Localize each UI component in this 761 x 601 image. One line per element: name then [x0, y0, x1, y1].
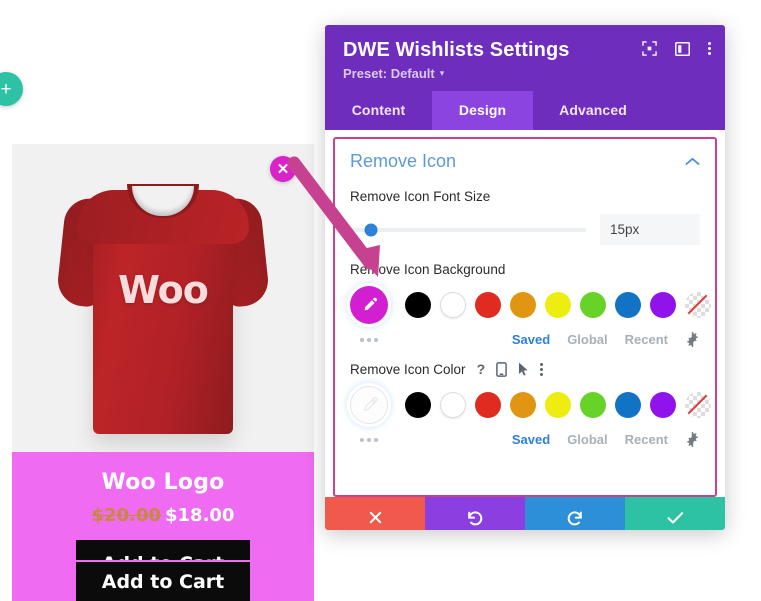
cancel-button[interactable] [325, 497, 425, 530]
swatch-red[interactable] [475, 392, 501, 418]
preset-label: Preset: Default [343, 66, 435, 81]
modal-footer [325, 497, 725, 530]
cursor-icon[interactable] [518, 362, 529, 376]
undo-icon [466, 509, 484, 527]
remove-icon-background-swatches [350, 286, 711, 324]
swatch-white[interactable] [440, 292, 466, 318]
close-icon [368, 510, 383, 525]
swatch-black[interactable] [405, 392, 431, 418]
preset-selector[interactable]: Preset: Default ▾ [343, 66, 707, 81]
swatch-blue[interactable] [615, 292, 641, 318]
product-price: $20.00 $18.00 [22, 505, 304, 526]
undo-button[interactable] [425, 497, 525, 530]
font-size-slider-thumb[interactable] [364, 223, 378, 236]
price-original: $20.00 [91, 505, 161, 526]
gear-icon[interactable] [685, 432, 700, 447]
more-vertical-icon-color[interactable] [540, 362, 544, 376]
remove-icon-color-swatches [350, 386, 711, 424]
remove-icon-section: Remove Icon Remove Icon Font Size 15px R… [333, 137, 717, 497]
color-swatch-list [405, 392, 711, 418]
swatch-purple[interactable] [650, 392, 676, 418]
swatch-yellow[interactable] [545, 392, 571, 418]
help-icon[interactable]: ? [477, 361, 486, 377]
screenshot-root: + Woo ✕ Woo Logo $20.00 $18.00 Add to Ca… [0, 0, 761, 601]
gear-icon[interactable] [685, 332, 700, 347]
remove-icon-background-label: Remove Icon Background [350, 262, 506, 277]
focus-icon[interactable] [642, 41, 657, 56]
color-palette-tabs: Saved Global Recent [512, 432, 700, 447]
swatch-orange[interactable] [510, 292, 536, 318]
swatch-orange[interactable] [510, 392, 536, 418]
font-size-input[interactable] [600, 214, 700, 245]
color-picker-button[interactable] [350, 386, 388, 424]
palette-tab-global[interactable]: Global [567, 332, 607, 347]
save-button[interactable] [625, 497, 725, 530]
redo-icon [566, 509, 584, 527]
product-card: Woo ✕ Woo Logo $20.00$18.00 Add to Cart [12, 144, 314, 601]
price-sale: $18.00 [165, 505, 235, 526]
background-swatch-list [405, 292, 711, 318]
swatch-white[interactable] [440, 392, 466, 418]
more-horizontal-icon[interactable] [360, 437, 378, 442]
swatch-red[interactable] [475, 292, 501, 318]
mobile-icon[interactable] [496, 361, 507, 377]
redo-button[interactable] [525, 497, 625, 530]
product-card-secondary: Add to Cart [12, 560, 314, 601]
tab-advanced[interactable]: Advanced [533, 91, 653, 130]
palette-tab-saved[interactable]: Saved [512, 332, 550, 347]
more-horizontal-icon[interactable] [360, 337, 378, 342]
background-palette-tabs: Saved Global Recent [512, 332, 700, 347]
tshirt-graphic: Woo [55, 172, 271, 434]
product-image: Woo ✕ [12, 144, 314, 452]
swatch-green[interactable] [580, 292, 606, 318]
layout-panel-icon[interactable] [675, 41, 690, 56]
background-meta-row: Saved Global Recent [350, 332, 700, 347]
remove-icon-color-label: Remove Icon Color [350, 361, 466, 377]
checkmark-icon [666, 511, 684, 525]
product-title: Woo Logo [101, 470, 225, 495]
shirt-logo-text: Woo [118, 268, 209, 312]
swatch-black[interactable] [405, 292, 431, 318]
more-vertical-icon[interactable] [708, 42, 711, 55]
modal-tabs: Content Design Advanced [325, 91, 725, 130]
remove-icon-color-label-row: Remove Icon Color ? [350, 361, 700, 377]
tab-content[interactable]: Content [325, 91, 432, 130]
remove-from-wishlist-badge[interactable]: ✕ [270, 156, 296, 182]
palette-tab-recent[interactable]: Recent [625, 332, 668, 347]
palette-tab-recent[interactable]: Recent [625, 432, 668, 447]
remove-icon-font-size-label: Remove Icon Font Size [350, 189, 491, 204]
close-icon: ✕ [276, 160, 290, 178]
swatch-blue[interactable] [615, 392, 641, 418]
chevron-down-icon: ▾ [439, 68, 445, 78]
background-color-picker-button[interactable] [350, 286, 388, 324]
section-title: Remove Icon [350, 151, 457, 171]
swatch-green[interactable] [580, 392, 606, 418]
section-header[interactable]: Remove Icon [350, 151, 700, 172]
color-meta-row: Saved Global Recent [350, 432, 700, 447]
swatch-purple[interactable] [650, 292, 676, 318]
tab-design[interactable]: Design [432, 91, 533, 130]
palette-tab-global[interactable]: Global [567, 432, 607, 447]
swatch-transparent[interactable] [685, 292, 711, 318]
page-preview: + Woo ✕ Woo Logo $20.00 $18.00 Add to Ca… [0, 0, 325, 601]
palette-tab-saved[interactable]: Saved [512, 432, 550, 447]
swatch-yellow[interactable] [545, 292, 571, 318]
modal-header: DWE Wishlists Settings Preset: Default ▾ [325, 25, 725, 91]
font-size-slider[interactable] [350, 223, 586, 236]
modal-header-actions [642, 41, 711, 56]
chevron-up-icon[interactable] [685, 155, 700, 168]
plus-icon: + [0, 78, 12, 100]
modal-body: Remove Icon Remove Icon Font Size 15px R… [325, 130, 725, 497]
remove-icon-font-size-control [350, 214, 700, 245]
add-to-cart-button-secondary[interactable]: Add to Cart [75, 562, 251, 601]
swatch-transparent[interactable] [685, 392, 711, 418]
add-module-button[interactable]: + [0, 72, 23, 106]
settings-modal: DWE Wishlists Settings Preset: Default ▾ [325, 25, 725, 530]
